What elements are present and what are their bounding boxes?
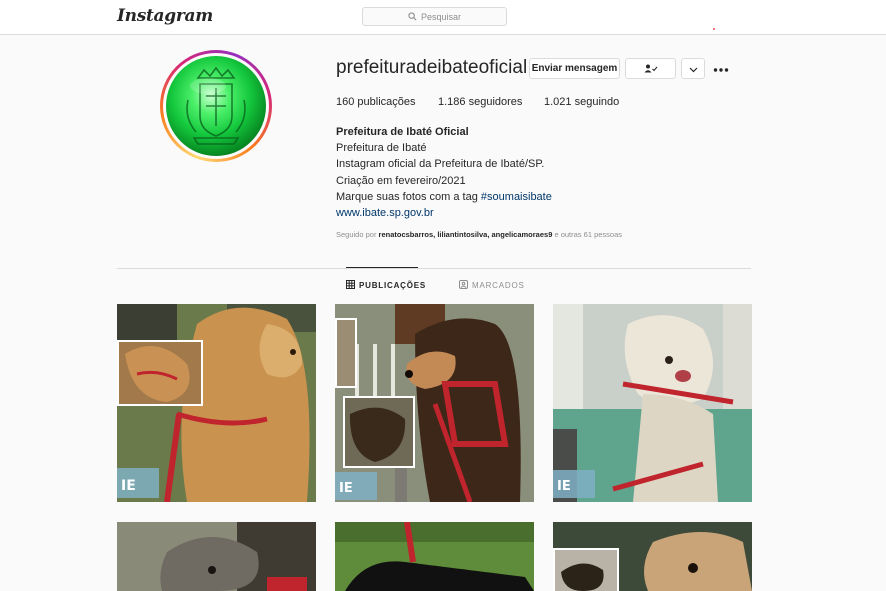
profile-avatar[interactable] [160,50,272,162]
followed-by-text[interactable]: Seguido por renatocsbarros, liliantintos… [336,230,622,239]
stat-followers-label: seguidores [468,96,523,108]
post-thumbnail[interactable] [335,522,534,591]
tagged-icon [459,280,468,291]
notification-dot [713,28,715,30]
dog-photo-image: IE [335,304,534,502]
profile-bio: Prefeitura de Ibaté Oficial Prefeitura d… [336,124,552,221]
grid-icon [346,280,355,291]
dog-photo-image: IE [117,304,316,502]
bio-line-2: Criação em fevereiro/2021 [336,174,466,187]
dog-photo-image [553,522,752,591]
followed-by-prefix: Seguido por [336,230,379,239]
search-input[interactable]: Pesquisar [362,7,507,26]
bio-full-name: Prefeitura de Ibaté Oficial [336,126,469,138]
svg-text:IE: IE [121,478,136,494]
stat-following-label: seguindo [574,96,620,108]
stat-following-count: 1.021 [544,96,572,108]
dog-photo-image [335,522,534,591]
suggestions-dropdown-button[interactable] [681,58,705,79]
tab-tagged-label: MARCADOS [472,281,525,290]
bio-line-3-text: Marque suas fotos com a tag [336,190,481,203]
svg-text:IE: IE [557,479,571,494]
tab-tagged[interactable]: MARCADOS [459,280,525,291]
stat-posts-label: publicações [357,96,416,108]
following-button[interactable] [625,58,676,79]
bio-line-3: Marque suas fotos com a tag #soumaisibat… [336,189,552,205]
post-thumbnail[interactable]: IE [335,304,534,502]
post-thumbnail[interactable]: IE [117,304,316,502]
bio-website-link[interactable]: www.ibate.sp.gov.br [336,205,552,221]
followed-by-suffix: e outras 61 pessoas [552,230,623,239]
instagram-logo[interactable]: Instagram [117,6,213,26]
stat-followers-count: 1.186 [438,96,466,108]
person-check-icon [644,60,658,78]
city-emblem-icon [166,56,266,156]
stat-posts: 160 publicações [336,96,416,108]
active-tab-indicator [346,267,418,268]
post-thumbnail[interactable] [117,522,316,591]
bio-line-1: Instagram oficial da Prefeitura de Ibaté… [336,158,545,171]
search-icon [408,12,417,21]
stat-posts-count: 160 [336,96,355,108]
top-navigation-bar: Instagram Pesquisar [0,0,886,35]
dog-photo-image [117,522,316,591]
chevron-down-icon [689,60,698,78]
more-options-button[interactable] [713,60,729,77]
tab-posts-label: PUBLICAÇÕES [359,281,427,290]
followed-by-users: renatocsbarros, liliantintosilva, angeli… [378,230,553,239]
post-thumbnail[interactable]: IE [553,304,752,502]
bio-hashtag-link[interactable]: #soumaisibate [481,191,552,203]
stat-followers[interactable]: 1.186 seguidores [438,96,522,108]
send-message-button[interactable]: Enviar mensagem [529,58,620,79]
tab-posts[interactable]: PUBLICAÇÕES [346,280,426,291]
svg-text:IE: IE [339,481,353,496]
post-thumbnail[interactable] [553,522,752,591]
search-placeholder: Pesquisar [420,11,462,22]
stat-following[interactable]: 1.021 seguindo [544,96,619,108]
more-horizontal-icon [713,68,729,72]
bio-category: Prefeitura de Ibaté [336,142,427,155]
profile-username: prefeituradeibateoficial [336,57,528,78]
dog-photo-image: IE [553,304,752,502]
tabs-divider [117,268,751,269]
